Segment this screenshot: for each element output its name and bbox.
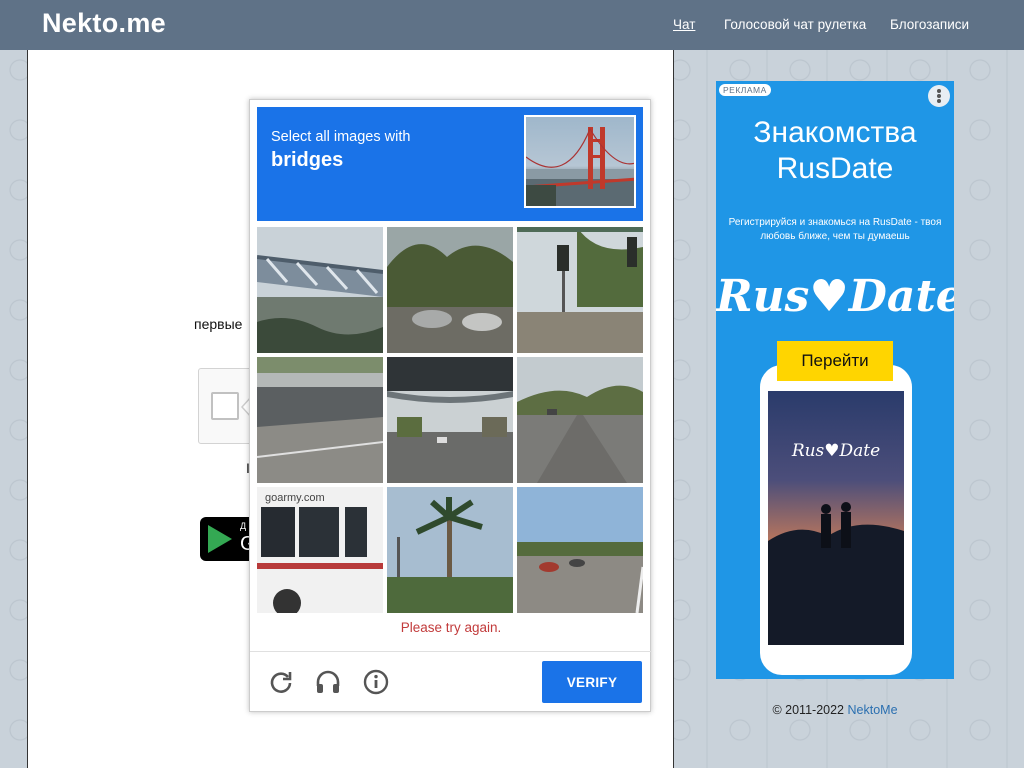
captcha-instruction-text: Select all images with	[271, 129, 411, 145]
captcha-tile-9[interactable]	[517, 487, 643, 613]
gplay-small-text: Д	[240, 521, 247, 531]
captcha-divider	[250, 651, 652, 652]
captcha-sample-image	[524, 115, 636, 208]
ad-phone-screen: Rus♥Date	[768, 391, 904, 645]
captcha-challenge: Select all images with bridges goarmy.co…	[249, 99, 652, 712]
captcha-tile-5[interactable]	[387, 357, 513, 483]
captcha-image-grid: goarmy.com	[257, 227, 645, 613]
ad-banner[interactable]: РЕКЛАМА Знакомства RusDate Регистрируйся…	[716, 81, 954, 679]
reload-icon[interactable]	[267, 668, 295, 696]
ad-cta-button[interactable]: Перейти	[777, 341, 893, 381]
google-play-icon	[208, 525, 232, 553]
nav-chat[interactable]: Чат	[673, 17, 695, 32]
site-header: Nekto.me Чат Голосовой чат рулетка Блого…	[0, 0, 1024, 50]
footer-link[interactable]: NektoMe	[848, 703, 898, 717]
captcha-tile-2[interactable]	[387, 227, 513, 353]
captcha-tile-4[interactable]	[257, 357, 383, 483]
captcha-target-word: bridges	[271, 149, 344, 171]
captcha-tile-7[interactable]: goarmy.com	[257, 487, 383, 613]
nav-voice-chat[interactable]: Голосовой чат рулетка	[724, 17, 866, 32]
ad-menu-icon[interactable]	[928, 85, 950, 107]
captcha-instructions: Select all images with bridges	[257, 107, 643, 221]
ad-badge: РЕКЛАМА	[719, 84, 771, 96]
ad-subtitle: Регистрируйся и знакомься на RusDate - т…	[728, 217, 942, 242]
captcha-tile-6[interactable]	[517, 357, 643, 483]
recaptcha-checkbox[interactable]	[211, 392, 239, 420]
site-logo[interactable]: Nekto.me	[42, 8, 166, 39]
info-icon[interactable]	[362, 668, 390, 696]
ad-phone-image: Rus♥Date	[760, 365, 912, 675]
captcha-error-message: Please try again.	[400, 620, 502, 635]
copyright: © 2011-2022 NektoMe	[716, 703, 954, 717]
svg-text:goarmy.com: goarmy.com	[265, 492, 325, 504]
verify-button[interactable]: VERIFY	[542, 661, 642, 703]
nav-blog[interactable]: Блогозаписи	[890, 17, 969, 32]
audio-icon[interactable]	[314, 668, 342, 696]
captcha-tile-1[interactable]	[257, 227, 383, 353]
intro-text-fragment: первые	[194, 316, 243, 332]
ad-logo: Rus♥Date	[716, 271, 954, 322]
captcha-tile-8[interactable]	[387, 487, 513, 613]
ad-title: Знакомства RusDate	[753, 116, 917, 185]
copyright-text: © 2011-2022	[772, 703, 845, 717]
captcha-tile-3[interactable]	[517, 227, 643, 353]
